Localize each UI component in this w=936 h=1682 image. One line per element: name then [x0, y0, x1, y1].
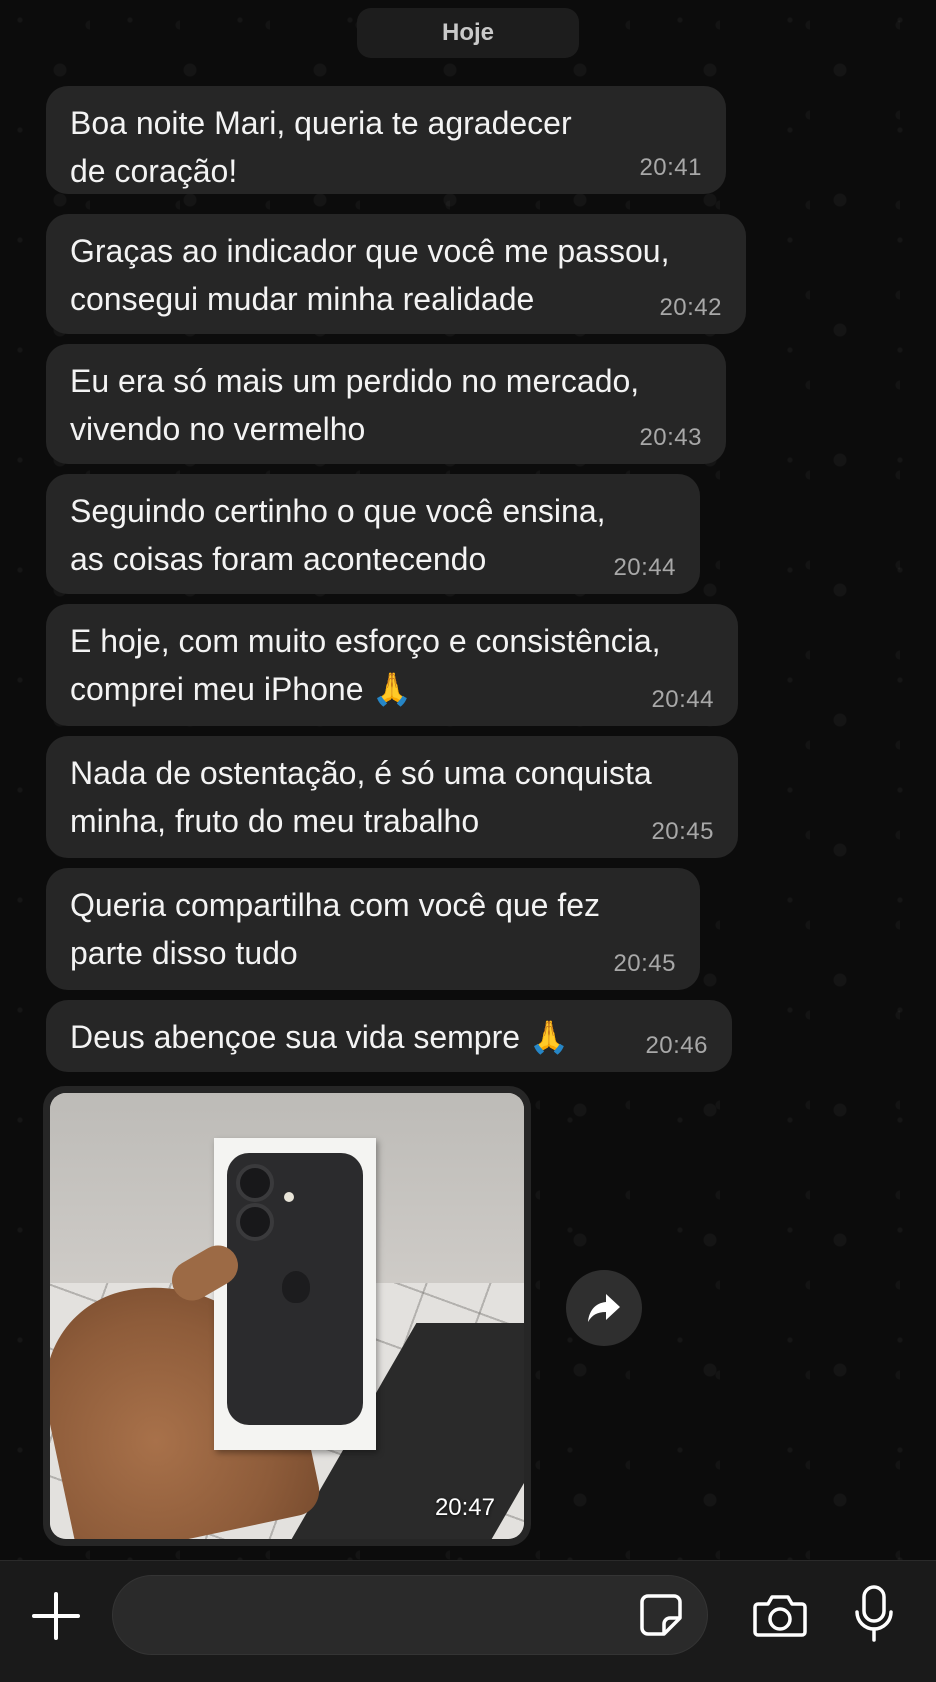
message-input-box[interactable] [112, 1575, 708, 1655]
message-text: Deus abençoe sua vida sempre 🙏 [70, 1019, 569, 1055]
iphone-box-photo[interactable] [50, 1093, 524, 1539]
plus-icon [32, 1592, 80, 1640]
message-text: Seguindo certinho o que você ensina, as … [70, 493, 606, 577]
date-separator: Hoje [357, 8, 579, 58]
message-text: Eu era só mais um perdido no mercado, vi… [70, 363, 640, 447]
photo-flash [284, 1192, 294, 1202]
message-time: 20:41 [639, 154, 702, 181]
message-text: Graças ao indicador que você me passou, … [70, 233, 670, 317]
message-bubble[interactable]: Eu era só mais um perdido no mercado, vi… [46, 344, 726, 464]
message-text: Boa noite Mari, queria te agradecer de c… [70, 105, 572, 189]
message-time: 20:43 [639, 424, 702, 451]
message-text: E hoje, com muito esforço e consistência… [70, 623, 661, 707]
message-bubble[interactable]: Nada de ostentação, é só uma conquista m… [46, 736, 738, 858]
sticker-icon [640, 1594, 682, 1636]
message-bubble[interactable]: Deus abençoe sua vida sempre 🙏 20:46 [46, 1000, 732, 1072]
message-input[interactable] [137, 1592, 621, 1640]
message-time: 20:45 [651, 818, 714, 845]
attach-button[interactable] [30, 1590, 82, 1642]
message-text: Nada de ostentação, é só uma conquista m… [70, 755, 652, 839]
message-time: 20:42 [659, 294, 722, 321]
sticker-button[interactable] [636, 1590, 686, 1640]
camera-button[interactable] [752, 1590, 808, 1640]
message-bubble[interactable]: Boa noite Mari, queria te agradecer de c… [46, 86, 726, 194]
photo-camera-lens [236, 1203, 274, 1241]
message-time: 20:44 [651, 686, 714, 713]
message-bubble[interactable]: Queria compartilha com você que fez part… [46, 868, 700, 990]
message-time: 20:45 [613, 950, 676, 977]
image-time: 20:47 [434, 1494, 495, 1521]
photo-camera-lens [236, 1164, 274, 1202]
microphone-button[interactable] [852, 1584, 896, 1644]
message-text: Queria compartilha com você que fez part… [70, 887, 601, 971]
forward-icon [588, 1294, 620, 1322]
microphone-icon [855, 1585, 893, 1642]
message-time: 20:44 [613, 554, 676, 581]
message-time: 20:46 [645, 1032, 708, 1059]
image-message[interactable]: 20:47 [43, 1086, 531, 1546]
message-bubble[interactable]: Seguindo certinho o que você ensina, as … [46, 474, 700, 594]
camera-icon [753, 1595, 807, 1637]
forward-button[interactable] [566, 1270, 642, 1346]
message-bubble[interactable]: E hoje, com muito esforço e consistência… [46, 604, 738, 726]
apple-logo-icon [282, 1271, 310, 1303]
message-bubble[interactable]: Graças ao indicador que você me passou, … [46, 214, 746, 334]
